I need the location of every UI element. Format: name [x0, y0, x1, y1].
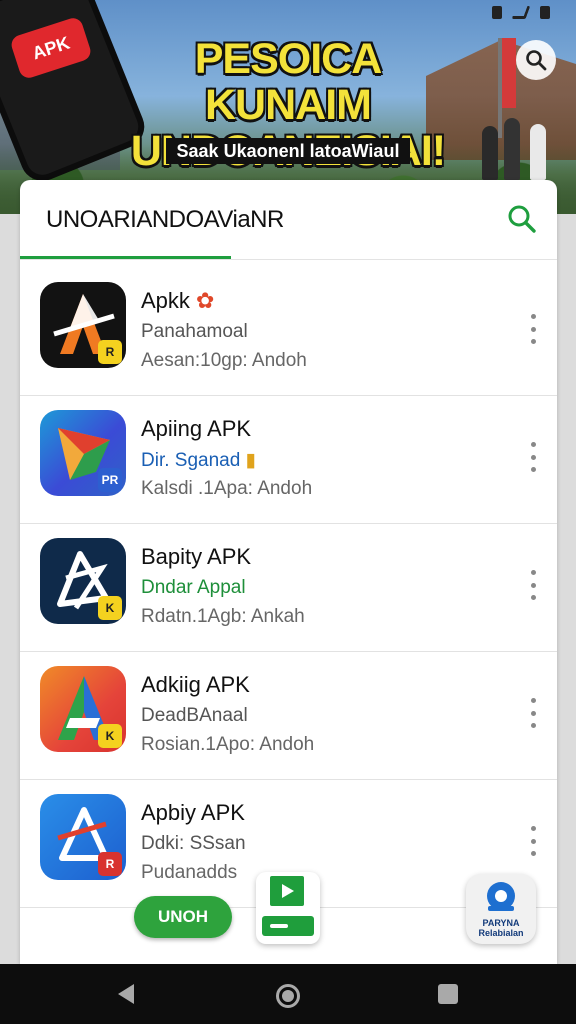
more-options-icon[interactable] [527, 570, 539, 600]
app-badge: PR [98, 468, 122, 492]
app-subtitle: Panahamoal [141, 321, 248, 342]
app-list-item[interactable]: PR Apiing APK Dir. Sganad ▮ Kalsdi .1Apa… [20, 396, 557, 524]
search-bar[interactable]: UNOARIANDOAViaNR [20, 180, 557, 260]
partner-label: PARYNA Relabialan [478, 918, 524, 938]
app-subtitle: Dndar Appal [141, 577, 246, 598]
app-icon: K [40, 538, 126, 624]
app-list-card: UNOARIANDOAViaNR R Apkk ✿ Panahamoal Aes… [20, 180, 557, 964]
screen: APK PESOICA KUNAIM UNDOANEISIAI! Saak Uk… [0, 0, 576, 1024]
app-subtitle: DeadBAnaal [141, 705, 248, 726]
app-list-item[interactable]: K Bapity APK Dndar Appal Rdatn.1Agb: Ank… [20, 524, 557, 652]
app-icon: R [40, 794, 126, 880]
flower-icon: ✿ [196, 288, 215, 313]
app-title: Adkiig APK [141, 672, 250, 697]
app-badge: K [98, 724, 122, 748]
app-icon: PR [40, 410, 126, 496]
banner-people [478, 110, 558, 180]
app-icon: R [40, 282, 126, 368]
app-list: R Apkk ✿ Panahamoal Aesan:10gp: Andoh PR [20, 268, 557, 908]
app-subtitle: Dir. Sganad ▮ [141, 450, 257, 471]
app-meta: Rosian.1Apo: Andoh [141, 734, 315, 755]
signal-icon [511, 6, 531, 19]
search-query-text[interactable]: UNOARIANDOAViaNR [46, 206, 284, 234]
app-badge: R [98, 340, 122, 364]
app-meta: Kalsdi .1Apa: Andoh [141, 478, 313, 499]
colorful-icon: ▮ [245, 450, 257, 471]
more-options-icon[interactable] [527, 698, 539, 728]
app-store-button[interactable] [256, 872, 320, 944]
search-icon[interactable] [505, 202, 539, 236]
app-title: Bapity APK [141, 544, 252, 569]
app-badge: R [98, 852, 122, 876]
battery-level-icon [540, 6, 550, 19]
search-tab-indicator [20, 256, 231, 259]
app-meta: Aesan:10gp: Andoh [141, 350, 307, 371]
system-nav-bar [0, 964, 576, 1024]
banner-subline: Saak Ukaonenl latoaWiaul [166, 138, 410, 164]
more-options-icon[interactable] [527, 442, 539, 472]
app-title: Apkk ✿ [141, 288, 215, 313]
app-meta: Pudanadds [141, 862, 238, 883]
app-title: Apiing APK [141, 416, 252, 441]
partner-app-button[interactable]: PARYNA Relabialan [466, 874, 536, 944]
app-icon: K [40, 666, 126, 752]
more-options-icon[interactable] [527, 826, 539, 856]
app-list-item[interactable]: K Adkiig APK DeadBAnaal Rosian.1Apo: And… [20, 652, 557, 780]
app-list-item[interactable]: R Apkk ✿ Panahamoal Aesan:10gp: Andoh [20, 268, 557, 396]
back-icon[interactable] [118, 984, 134, 1004]
search-icon[interactable] [516, 40, 556, 80]
recent-apps-icon[interactable] [438, 984, 458, 1004]
app-meta: Rdatn.1Agb: Ankah [141, 606, 305, 627]
download-icon [262, 876, 314, 936]
download-button[interactable]: UNOH [134, 896, 232, 938]
more-options-icon[interactable] [527, 314, 539, 344]
app-subtitle: Ddki: SSsan [141, 833, 246, 854]
status-bar-icons [492, 6, 550, 19]
battery-icon [492, 6, 502, 19]
partner-logo-icon [487, 882, 515, 911]
app-title: Apbiy APK [141, 800, 245, 825]
app-badge: K [98, 596, 122, 620]
home-icon[interactable] [276, 984, 300, 1008]
